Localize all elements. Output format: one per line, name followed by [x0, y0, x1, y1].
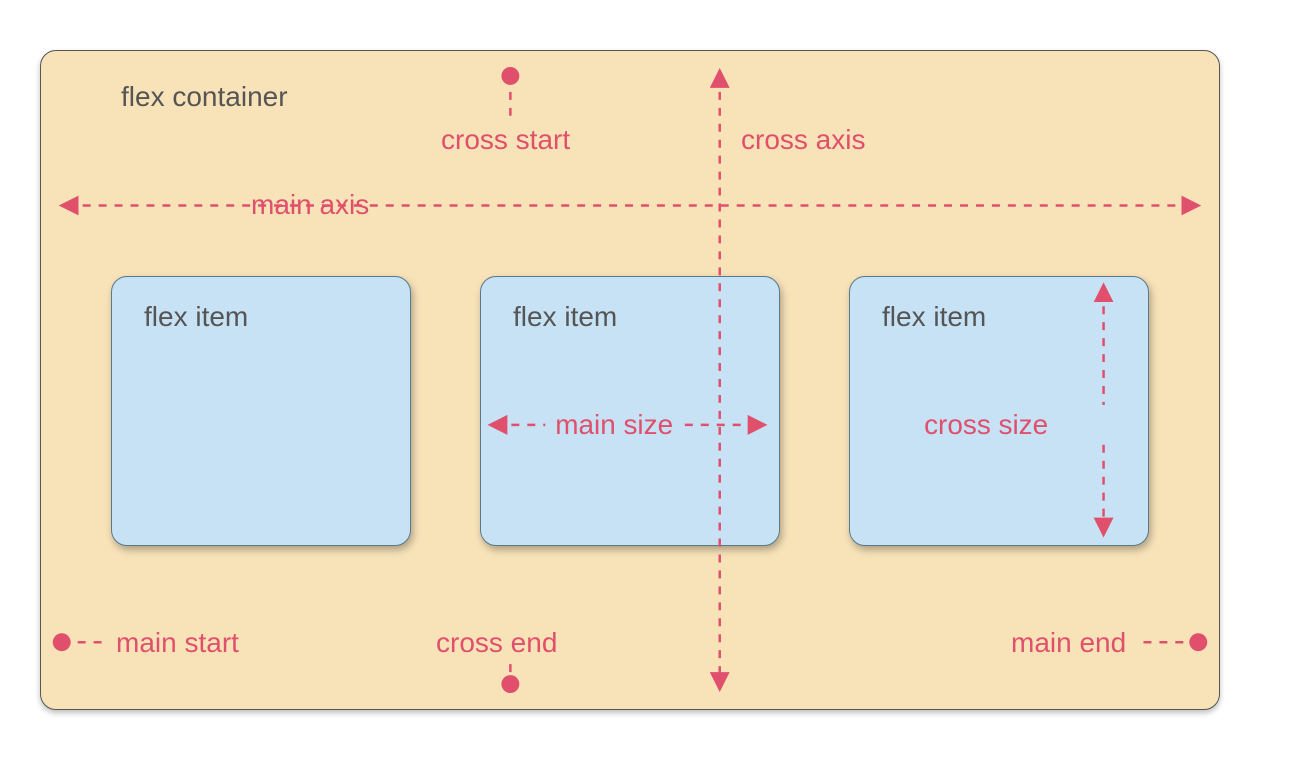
flex-item-3-label: flex item	[882, 301, 1116, 333]
flex-container-label: flex container	[121, 81, 288, 113]
flex-item-1: flex item	[111, 276, 411, 546]
flex-item-1-label: flex item	[144, 301, 378, 333]
cross-axis-label: cross axis	[741, 124, 865, 156]
main-end-label: main end	[1011, 627, 1126, 659]
main-start-label: main start	[116, 627, 239, 659]
cross-start-label: cross start	[441, 124, 570, 156]
flex-items-row: flex item flex item flex item	[111, 276, 1149, 546]
main-axis-label: main axis	[251, 189, 369, 221]
cross-end-label: cross end	[436, 627, 557, 659]
flex-item-2: flex item	[480, 276, 780, 546]
flex-item-2-label: flex item	[513, 301, 747, 333]
flex-container-box: flex container flex item flex item flex …	[40, 50, 1220, 710]
flex-item-3: flex item	[849, 276, 1149, 546]
